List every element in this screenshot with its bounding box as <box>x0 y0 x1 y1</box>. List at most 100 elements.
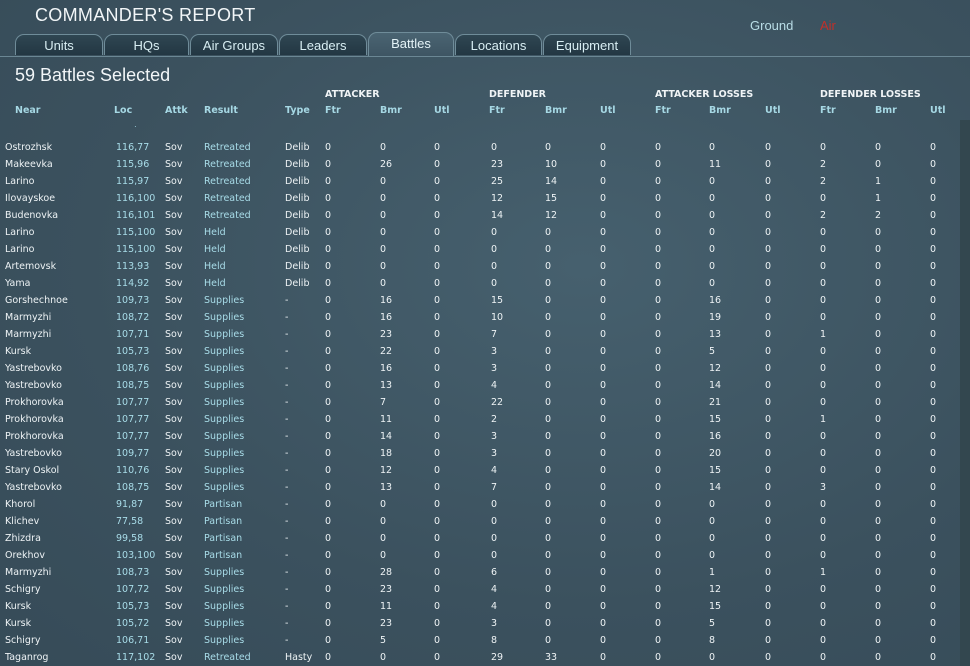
cell-attloss-ftr: 0 <box>655 380 662 391</box>
table-row[interactable]: Kursk 105,73 Sov Supplies - 0 11 0 4 0 0 0 15 0 0 0 0 <box>0 599 960 616</box>
cell-result: Held <box>204 261 226 272</box>
table-row[interactable]: Makeevka 115,96 Sov Retreated Delib 0 26 0 23 10 0… <box>0 157 960 174</box>
table-row[interactable]: Larino 115,100 Sov Held Delib 0 0 0 0 0 0 0 0 0 0 0 0 <box>0 242 960 259</box>
cell-attloss-ftr: 0 <box>655 533 662 544</box>
group-attacker: ATTACKER <box>325 89 380 100</box>
col-defloss-utl[interactable]: Utl <box>930 105 946 116</box>
col-defloss-ftr[interactable]: Ftr <box>820 105 836 116</box>
cell-loc: 107,77 <box>116 431 150 442</box>
table-row[interactable]: Ostrozhsk 116,77 Sov Retreated Delib 0 0 0 0 0 0 0 0… <box>0 140 960 157</box>
col-result[interactable]: Result <box>204 105 238 116</box>
col-near[interactable]: Near <box>15 105 41 116</box>
tab-leaders[interactable]: Leaders <box>279 34 367 55</box>
table-row[interactable]: Kursk 105,72 Sov Supplies - 0 23 0 3 0 0 0 5 0 0 0 0 <box>0 616 960 633</box>
table-row[interactable]: Orekhov 103,100 Sov Partisan - 0 0 0 0 0 0 0 0 0 0 0 0 <box>0 548 960 565</box>
cell-type: - <box>285 618 289 629</box>
col-attloss-ftr[interactable]: Ftr <box>655 105 671 116</box>
cell-def-ftr: 23 <box>491 159 504 170</box>
table-row[interactable]: Schigry 107,72 Sov Supplies - 0 23 0 4 0 0 0 12 0 0 0 0 <box>0 582 960 599</box>
col-attloss-utl[interactable]: Utl <box>765 105 781 116</box>
col-attloss-bmr[interactable]: Bmr <box>709 105 731 116</box>
cell-def-bmr: 0 <box>545 635 552 646</box>
air-mode-toggle[interactable]: Air <box>820 18 836 33</box>
cell-defloss-bmr: 0 <box>875 618 882 629</box>
table-row[interactable]: Marmyzhi 107,71 Sov Supplies - 0 23 0 7 0 0 0 13 0 1 0 0 <box>0 327 960 344</box>
table-row[interactable]: Yastrebovko 108,75 Sov Supplies - 0 13 0 4 0 0 0 14 0… <box>0 378 960 395</box>
cell-att-bmr: 0 <box>380 652 387 663</box>
table-row[interactable]: Marmyzhi 108,73 Sov Supplies - 0 28 0 6 0 0 0 1 0 1 0 0 <box>0 565 960 582</box>
table-row[interactable]: Yastrebovko 109,77 Sov Supplies - 0 18 0 3 0 0 0 20 0… <box>0 446 960 463</box>
table-row[interactable]: Larino 115,97 Sov Retreated Delib 0 0 0 25 14 0 0 0 0… <box>0 174 960 191</box>
tab-units[interactable]: Units <box>15 34 103 55</box>
tab-hqs[interactable]: HQs <box>104 34 189 55</box>
table-row[interactable]: Yastrebovko 108,76 Sov Supplies - 0 16 0 3 0 0 0 12 0… <box>0 361 960 378</box>
table-row[interactable]: Schigry 106,71 Sov Supplies - 0 5 0 8 0 0 0 8 0 0 0 0 <box>0 633 960 650</box>
cell-type: Delib <box>285 210 310 221</box>
cell-def-ftr: 7 <box>491 482 498 493</box>
cell-att-bmr: 16 <box>380 363 393 374</box>
table-scrollbar[interactable] <box>960 120 970 666</box>
cell-attloss-ftr: 0 <box>655 414 662 425</box>
cell-result: Partisan <box>204 499 243 510</box>
table-row[interactable]: Prokhorovka 107,77 Sov Supplies - 0 7 0 22 0 0 0 21 0… <box>0 395 960 412</box>
col-type[interactable]: Type <box>285 105 310 116</box>
tab-equipment[interactable]: Equipment <box>543 34 631 55</box>
cell-attloss-ftr: 0 <box>655 142 662 153</box>
tab-locations[interactable]: Locations <box>455 34 542 55</box>
col-att-bmr[interactable]: Bmr <box>380 105 402 116</box>
cell-loc: 107,77 <box>116 397 150 408</box>
cell-def-utl: 0 <box>600 482 607 493</box>
table-row[interactable]: Yama 114,92 Sov Held Delib 0 0 0 0 0 0 0 0 0 0 0 0 <box>0 276 960 293</box>
table-row[interactable]: Gorshechnoe 109,73 Sov Supplies - 0 16 0 15 0 0 0 16… <box>0 293 960 310</box>
cell-def-bmr: 0 <box>545 312 552 323</box>
col-def-ftr[interactable]: Ftr <box>489 105 505 116</box>
col-att-ftr[interactable]: Ftr <box>325 105 341 116</box>
cell-def-bmr: 12 <box>545 210 558 221</box>
ground-mode-toggle[interactable]: Ground <box>750 18 793 33</box>
cell-attloss-utl: 0 <box>765 380 772 391</box>
cell-defloss-bmr: 2 <box>875 210 882 221</box>
col-loc[interactable]: Loc <box>114 105 132 116</box>
cell-defloss-bmr: 0 <box>875 380 882 391</box>
table-row[interactable]: Prokhorovka 107,77 Sov Supplies - 0 11 0 2 0 0 0 15 0… <box>0 412 960 429</box>
cell-defloss-ftr: 0 <box>820 533 827 544</box>
col-def-utl[interactable]: Utl <box>600 105 616 116</box>
cell-defloss-utl: 0 <box>930 533 937 544</box>
table-row[interactable]: Zhizdra 99,58 Sov Partisan - 0 0 0 0 0 0 0 0 0 0 0 0 <box>0 531 960 548</box>
table-row-partial[interactable]: Krasnoe 114,83 Sov Held Delib 0 31 0 27 10 0 0 11 0 0 0… <box>0 126 960 133</box>
table-row[interactable]: Stary Oskol 110,76 Sov Supplies - 0 12 0 4 0 0 0 15 0… <box>0 463 960 480</box>
cell-att-ftr: 0 <box>325 431 332 442</box>
cell-loc: 105,73 <box>116 601 150 612</box>
cell-attloss-utl: 0 <box>765 227 772 238</box>
table-row[interactable]: Artemovsk 113,93 Sov Held Delib 0 0 0 0 0 0 0 0 0 0 0 0 <box>0 259 960 276</box>
cell-defloss-ftr: 2 <box>820 210 827 221</box>
cell-attk: Sov <box>165 465 183 476</box>
cell-defloss-utl: 0 <box>930 329 937 340</box>
col-att-utl[interactable]: Utl <box>434 105 450 116</box>
cell-def-bmr: 0 <box>545 482 552 493</box>
col-defloss-bmr[interactable]: Bmr <box>875 105 897 116</box>
cell-defloss-bmr: 0 <box>875 431 882 442</box>
table-row[interactable]: Marmyzhi 108,72 Sov Supplies - 0 16 0 10 0 0 0 19 0 0 0… <box>0 310 960 327</box>
table-row[interactable]: Prokhorovka 107,77 Sov Supplies - 0 14 0 3 0 0 0 16 0… <box>0 429 960 446</box>
cell-near: Yama <box>5 278 31 289</box>
table-row[interactable]: Khorol 91,87 Sov Partisan - 0 0 0 0 0 0 0 0 0 0 0 0 <box>0 497 960 514</box>
tab-air-groups[interactable]: Air Groups <box>190 34 278 55</box>
table-row[interactable]: Yastrebovko 108,75 Sov Supplies - 0 13 0 7 0 0 0 14 0… <box>0 480 960 497</box>
table-row[interactable]: Taganrog 117,102 Sov Retreated Hasty 0 0 0 29 33 0… <box>0 650 960 666</box>
cell-def-ftr: 6 <box>491 567 498 578</box>
tab-battles[interactable]: Battles <box>368 32 454 56</box>
table-row[interactable]: Ilovayskoe 116,100 Sov Retreated Delib 0 0 0 12 1… <box>0 191 960 208</box>
table-row[interactable]: Klichev 77,58 Sov Partisan - 0 0 0 0 0 0 0 0 0 0 0 0 <box>0 514 960 531</box>
col-attk[interactable]: Attk <box>165 105 188 116</box>
cell-near: Larino <box>5 244 35 255</box>
col-def-bmr[interactable]: Bmr <box>545 105 567 116</box>
cell-result: Supplies <box>204 601 245 612</box>
cell-att-bmr: 23 <box>380 329 393 340</box>
table-row[interactable]: Kursk 105,73 Sov Supplies - 0 22 0 3 0 0 0 5 0 0 0 0 <box>0 344 960 361</box>
table-row[interactable]: Budenovka 116,101 Sov Retreated Delib 0 0 0 14 12… <box>0 208 960 225</box>
cell-defloss-ftr: 0 <box>820 142 827 153</box>
table-row[interactable]: Larino 115,100 Sov Held Delib 0 0 0 0 0 0 0 0 0 0 0 0 <box>0 225 960 242</box>
cell-def-utl: 0 <box>600 312 607 323</box>
cell-att-ftr: 0 <box>325 380 332 391</box>
